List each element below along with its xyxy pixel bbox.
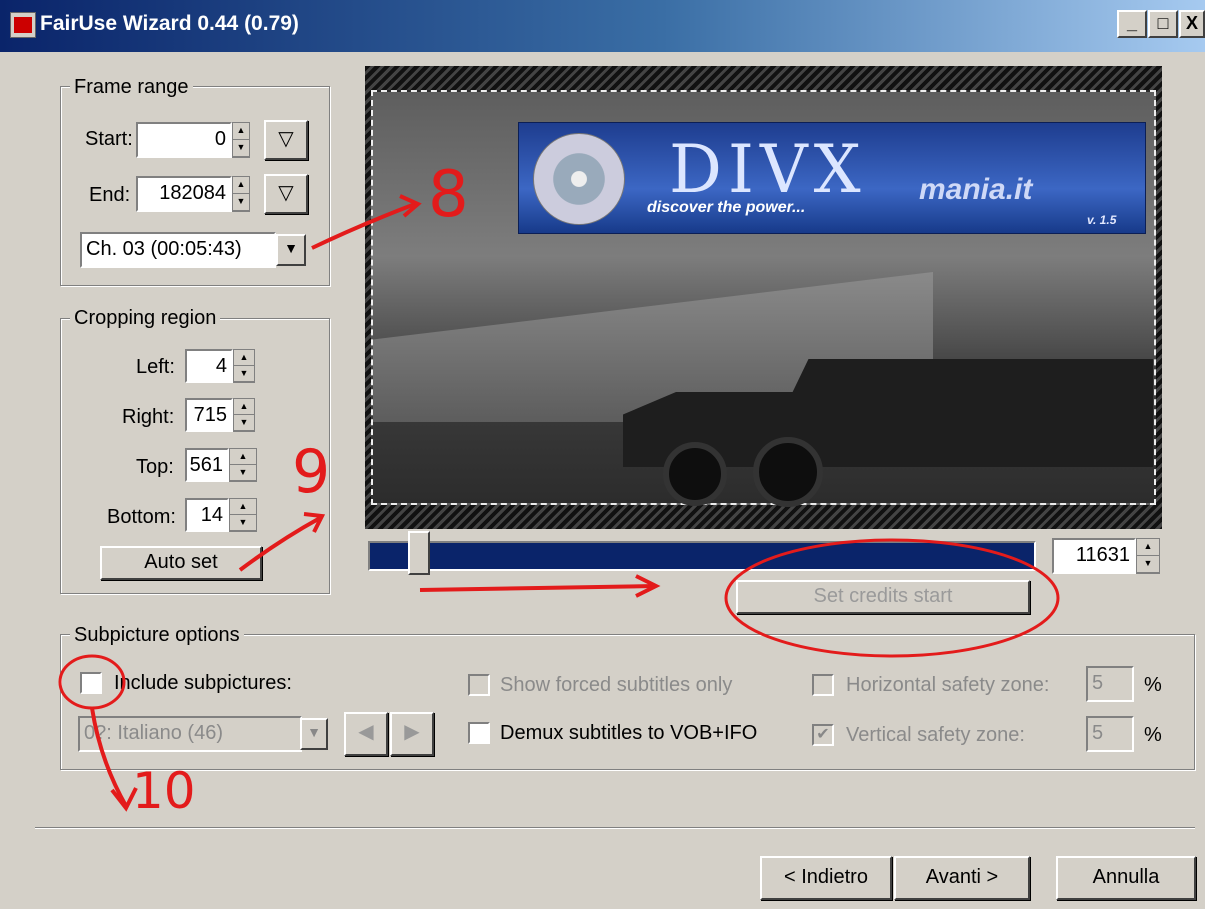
- annotation-number-9: 9: [292, 437, 330, 507]
- annotation-number-8: 8: [428, 158, 469, 232]
- annotation-layer: 8 9 10: [58, 158, 1060, 820]
- annotation-number-10: 10: [132, 762, 196, 820]
- annotation-arrow-10: [90, 707, 138, 812]
- annotation-arrow-8: [311, 194, 422, 250]
- annotation-circle-credits: [724, 538, 1060, 658]
- annotation-arrow-9: [238, 512, 326, 572]
- annotation-arrow-credits: [419, 574, 661, 598]
- annotation-circle-checkbox: [58, 654, 126, 710]
